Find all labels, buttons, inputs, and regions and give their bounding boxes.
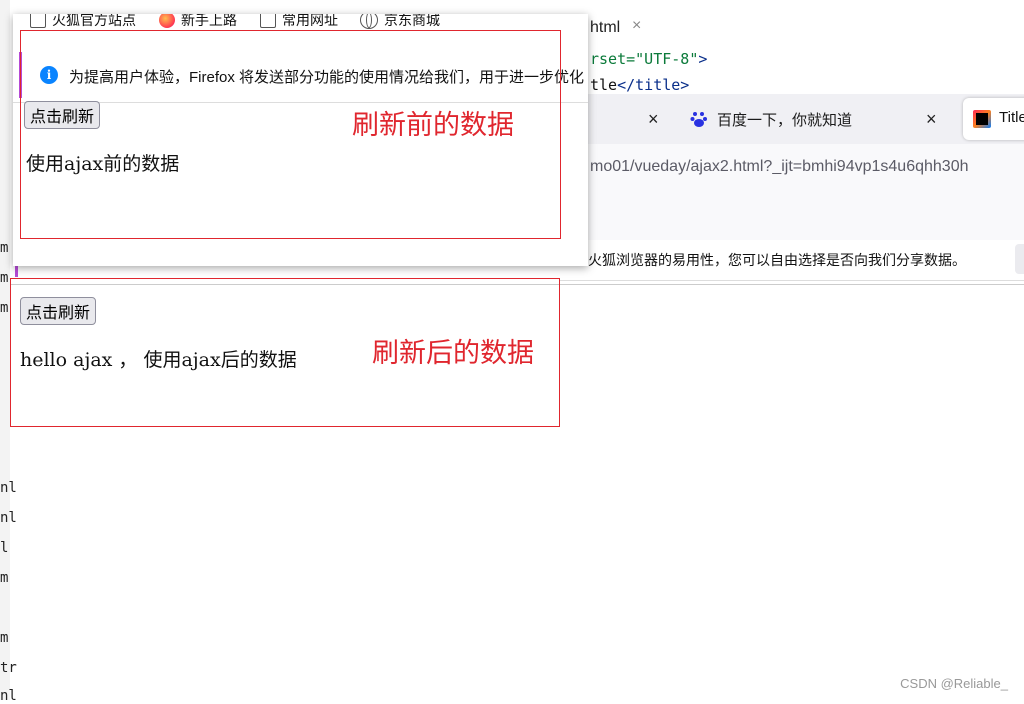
gutter-char: nl xyxy=(0,688,17,704)
code-token: </title> xyxy=(617,76,690,94)
bookmark-item[interactable]: 新手上路 xyxy=(159,14,237,30)
checkbox-icon xyxy=(260,14,276,28)
browser-tab-active[interactable]: Title xyxy=(963,98,1024,140)
jetbrains-icon xyxy=(973,110,991,128)
code-line: tle</title> xyxy=(590,76,689,94)
checkbox-icon xyxy=(30,14,46,28)
content-text: hello ajax ， 使用ajax后的数据 xyxy=(20,349,297,371)
bookmark-label: 火狐官方站点 xyxy=(52,14,136,28)
bookmark-label: 常用网址 xyxy=(282,14,338,28)
close-icon[interactable]: × xyxy=(926,109,937,130)
bookmark-label: 新手上路 xyxy=(181,14,237,28)
gutter-char: m xyxy=(0,240,9,256)
address-bar[interactable]: mo01/vueday/ajax2.html?_ijt=bmhi94vp1s4u… xyxy=(560,144,1024,190)
refresh-button[interactable]: 点击刷新 xyxy=(20,297,97,325)
editor-file-tab[interactable]: html × xyxy=(560,8,1024,49)
gutter-char: m xyxy=(0,270,9,286)
gutter-char: m xyxy=(0,300,9,316)
notice-button[interactable] xyxy=(1015,244,1024,274)
bookmarks-toolbar xyxy=(560,190,1024,240)
bookmarks-row: 火狐官方站点 新手上路 常用网址 京东商城 xyxy=(13,14,588,30)
bookmark-item[interactable]: 常用网址 xyxy=(260,14,338,30)
gutter-char: m xyxy=(0,630,9,646)
code-token: "UTF-8" xyxy=(635,50,699,68)
watermark: CSDN @Reliable_ xyxy=(900,676,1008,691)
close-icon[interactable]: × xyxy=(632,17,641,35)
editor-gutter: m m m nl nl l m m tr nl xyxy=(0,0,17,704)
editor-tab-label: html xyxy=(590,19,621,36)
gutter-char: nl xyxy=(0,510,17,526)
browser-tab-label: Title xyxy=(999,109,1024,126)
data-notice-bar: 火狐浏览器的易用性，您可以自由选择是否向我们分享数据。 xyxy=(560,240,1024,281)
notice-text: 火狐浏览器的易用性，您可以自由选择是否向我们分享数据。 xyxy=(588,252,966,268)
browser-tab-baidu[interactable]: 百度一下，你就知道 × xyxy=(690,94,937,144)
code-editor[interactable]: rset="UTF-8"> tle</title> xyxy=(560,48,1024,94)
gutter-char: l xyxy=(0,540,9,556)
bookmark-item[interactable]: 京东商城 xyxy=(360,14,440,30)
close-icon[interactable]: × xyxy=(648,109,659,130)
bookmark-item[interactable]: 火狐官方站点 xyxy=(30,14,136,30)
gutter-char: tr xyxy=(0,660,17,676)
code-token: tle xyxy=(590,76,618,94)
browser-tab-label: 百度一下，你就知道 xyxy=(717,111,853,129)
code-token: rset= xyxy=(590,50,636,68)
firefox-icon xyxy=(159,14,175,28)
baidu-paw-icon xyxy=(690,110,708,128)
url-text: mo01/vueday/ajax2.html?_ijt=bmhi94vp1s4u… xyxy=(590,158,969,175)
browser-tab[interactable]: × xyxy=(648,94,659,144)
gutter-char: nl xyxy=(0,480,17,496)
gutter-char: m xyxy=(0,570,9,586)
bookmark-label: 京东商城 xyxy=(384,14,440,28)
code-line: rset="UTF-8"> xyxy=(590,50,707,68)
globe-icon xyxy=(360,14,378,29)
code-token: > xyxy=(698,50,708,68)
annotation-caption-after: 刷新后的数据 xyxy=(372,338,534,368)
annotation-box-before xyxy=(20,30,561,239)
browser-tab-bar: × 百度一下，你就知道 × Title xyxy=(560,94,1024,144)
